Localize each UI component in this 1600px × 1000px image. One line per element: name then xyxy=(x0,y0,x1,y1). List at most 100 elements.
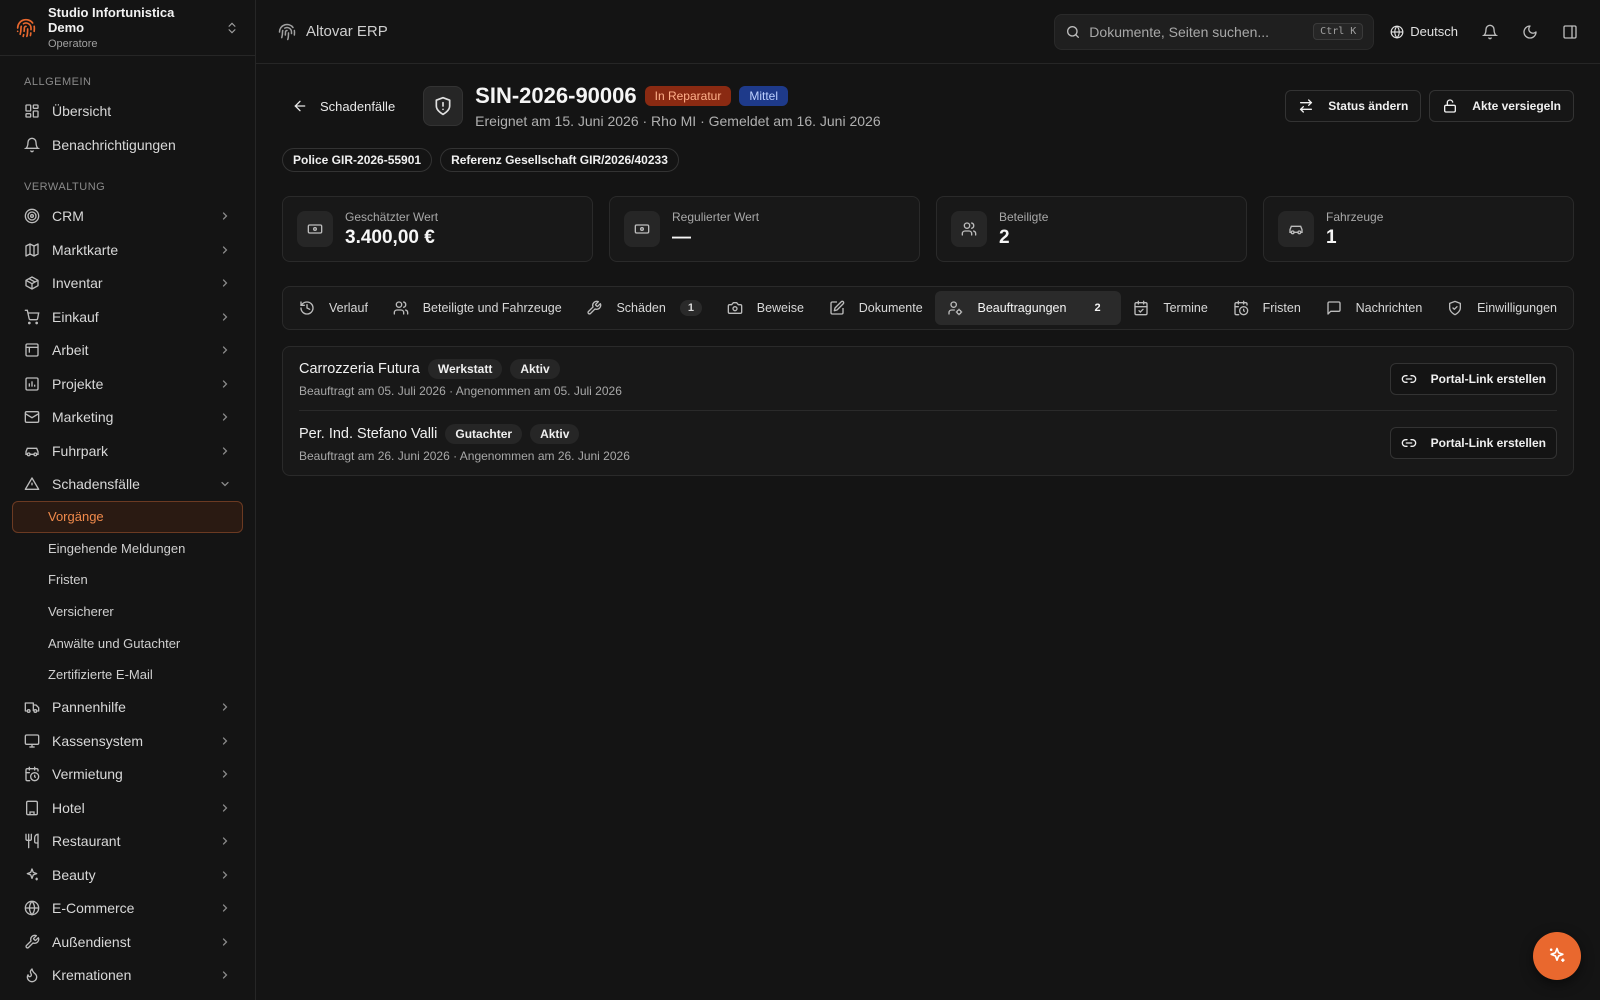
chart-icon xyxy=(25,377,39,391)
sidebar-item-label: Marktkarte xyxy=(52,241,119,258)
topbar: Altovar ERP Ctrl K Deutsch xyxy=(256,0,1600,64)
tab-count: 1 xyxy=(679,300,702,316)
tab-dokumente[interactable]: Dokumente xyxy=(817,291,935,325)
chevron-right-icon xyxy=(222,447,228,455)
sidebar-item-einkauf[interactable]: Einkauf xyxy=(12,300,243,334)
sidebar-item-marketing[interactable]: Marketing xyxy=(12,400,243,434)
search-icon xyxy=(1067,25,1080,38)
fingerprint-logo-icon xyxy=(16,18,36,37)
history-icon xyxy=(300,301,314,315)
globe-icon xyxy=(1390,25,1404,39)
state-badge: Aktiv xyxy=(530,423,580,444)
back-button[interactable]: Schadenfälle xyxy=(282,88,405,124)
tab-label: Beauftragungen xyxy=(977,301,1067,315)
brand: Altovar ERP xyxy=(278,23,388,41)
file-edit-icon xyxy=(830,300,845,315)
shield-check-icon xyxy=(1449,300,1462,316)
tab-fristen[interactable]: Fristen xyxy=(1221,291,1313,325)
sidebar-item-crm[interactable]: CRM xyxy=(12,199,243,233)
sidebar-subitem-eingehende-meldungen[interactable]: Eingehende Meldungen xyxy=(12,533,243,565)
sidebar-item-hotel[interactable]: Hotel xyxy=(12,791,243,825)
assignment-meta: Beauftragt am 05. Juli 2026 · Angenommen… xyxy=(299,384,622,398)
sidebar-subitem-fristen[interactable]: Fristen xyxy=(12,564,243,596)
sidebar-item-marktkarte[interactable]: Marktkarte xyxy=(12,233,243,267)
search-box[interactable]: Ctrl K xyxy=(1054,13,1375,50)
list-item: Per. Ind. Stefano Valli Gutachter Aktiv … xyxy=(299,411,1557,475)
panel-toggle-icon[interactable] xyxy=(1562,24,1578,40)
create-portal-link-button[interactable]: Portal-Link erstellen xyxy=(1389,362,1557,395)
sidebar-item-label: Marketing xyxy=(52,409,114,426)
change-status-button[interactable]: Status ändern xyxy=(1285,90,1422,122)
wrench-icon xyxy=(25,934,40,949)
tab-beweise[interactable]: Beweise xyxy=(715,291,816,325)
banknote-icon xyxy=(634,224,650,234)
sidebar-item-beauty[interactable]: Beauty xyxy=(12,858,243,892)
case-tabs: Verlauf Beteiligte und Fahrzeuge Schäden… xyxy=(282,286,1574,330)
sidebar-item-notifications[interactable]: Benachrichtigungen xyxy=(12,128,243,162)
seal-file-button[interactable]: Akte versiegeln xyxy=(1429,90,1574,122)
chevron-right-icon xyxy=(222,804,228,812)
dashboard-icon xyxy=(25,104,39,118)
chevron-down-icon xyxy=(221,482,229,487)
sidebar-item-aussendienst[interactable]: Außendienst xyxy=(12,925,243,959)
sidebar-item-projekte[interactable]: Projekte xyxy=(12,367,243,401)
camera-icon xyxy=(727,302,743,314)
sidebar-item-kassensystem[interactable]: Kassensystem xyxy=(12,724,243,758)
tab-nachrichten[interactable]: Nachrichten xyxy=(1314,291,1435,325)
sidebar-item-label: Vermietung xyxy=(52,766,123,783)
language-switcher[interactable]: Deutsch xyxy=(1390,24,1458,39)
sidebar-item-overview[interactable]: Übersicht xyxy=(12,94,243,128)
chevron-right-icon xyxy=(222,837,228,845)
tab-beauftragungen[interactable]: Beauftragungen 2 xyxy=(935,291,1121,325)
sidebar-item-label: Benachrichtigungen xyxy=(52,136,176,153)
stat-label: Beteiligte xyxy=(999,209,1049,224)
moon-icon[interactable] xyxy=(1522,24,1538,40)
bell-icon[interactable] xyxy=(1482,24,1498,40)
create-portal-link-label: Portal-Link erstellen xyxy=(1430,436,1546,450)
cart-icon xyxy=(24,309,40,325)
org-switcher[interactable]: Studio Infortunistica Demo Operatore xyxy=(0,0,255,57)
sidebar-subitem-zert-email[interactable]: Zertifizierte E-Mail xyxy=(12,659,243,691)
tab-termine[interactable]: Termine xyxy=(1121,291,1219,325)
sidebar-item-vermietung[interactable]: Vermietung xyxy=(12,758,243,792)
tab-beteiligte[interactable]: Beteiligte und Fahrzeuge xyxy=(381,291,574,325)
create-portal-link-button[interactable]: Portal-Link erstellen xyxy=(1389,427,1557,459)
sidebar-item-schadensfaelle[interactable]: Schadensfälle xyxy=(12,467,243,501)
assignment-meta: Beauftragt am 26. Juni 2026 · Angenommen… xyxy=(299,448,630,463)
tab-label: Nachrichten xyxy=(1355,301,1423,315)
tab-schaeden[interactable]: Schäden 1 xyxy=(574,291,713,325)
change-status-label: Status ändern xyxy=(1328,99,1409,113)
status-badge: In Reparatur xyxy=(644,86,732,106)
stat-value: 3.400,00 € xyxy=(345,226,435,248)
stat-card-vehicles: Fahrzeuge 1 xyxy=(1263,196,1574,262)
car-icon xyxy=(25,447,39,457)
sidebar-subitem-anwaelte[interactable]: Anwälte und Gutachter xyxy=(12,627,243,659)
sidebar-item-inventar[interactable]: Inventar xyxy=(12,266,243,300)
sidebar-item-restaurant[interactable]: Restaurant xyxy=(12,825,243,859)
calendar-clock-icon xyxy=(1233,300,1248,316)
sidebar-subitem-vorgaenge[interactable]: Vorgänge xyxy=(12,500,243,533)
ai-assistant-button[interactable] xyxy=(1533,932,1581,980)
tab-einwilligungen[interactable]: Einwilligungen xyxy=(1435,291,1569,325)
case-icon-box xyxy=(423,86,464,126)
sidebar-item-pannenhilfe[interactable]: Pannenhilfe xyxy=(12,691,243,725)
sidebar-item-ecommerce[interactable]: E-Commerce xyxy=(12,892,243,926)
chevron-right-icon xyxy=(222,971,228,979)
link-icon xyxy=(1401,439,1416,447)
package-icon xyxy=(25,276,39,290)
sidebar-item-label: Inventar xyxy=(52,275,103,292)
sidebar-item-label: Fuhrpark xyxy=(52,442,109,459)
sidebar-subitem-versicherer[interactable]: Versicherer xyxy=(12,596,243,628)
case-detail: Schadenfälle SIN-2026-90006 In Reparatur… xyxy=(256,64,1600,1000)
sidebar-item-arbeit[interactable]: Arbeit xyxy=(12,333,243,367)
chevron-right-icon xyxy=(222,737,228,745)
chevron-right-icon xyxy=(222,246,228,254)
assignments-list: Carrozzeria Futura Werkstatt Aktiv Beauf… xyxy=(282,346,1574,476)
message-icon xyxy=(1326,301,1341,315)
sidebar-item-fuhrpark[interactable]: Fuhrpark xyxy=(12,434,243,468)
back-label: Schadenfälle xyxy=(320,98,396,114)
tab-verlauf[interactable]: Verlauf xyxy=(287,291,380,325)
search-input[interactable] xyxy=(1089,23,1306,40)
reference-chip: Referenz Gesellschaft GIR/2026/40233 xyxy=(440,148,679,172)
sidebar-item-kremationen[interactable]: Kremationen xyxy=(12,959,243,993)
